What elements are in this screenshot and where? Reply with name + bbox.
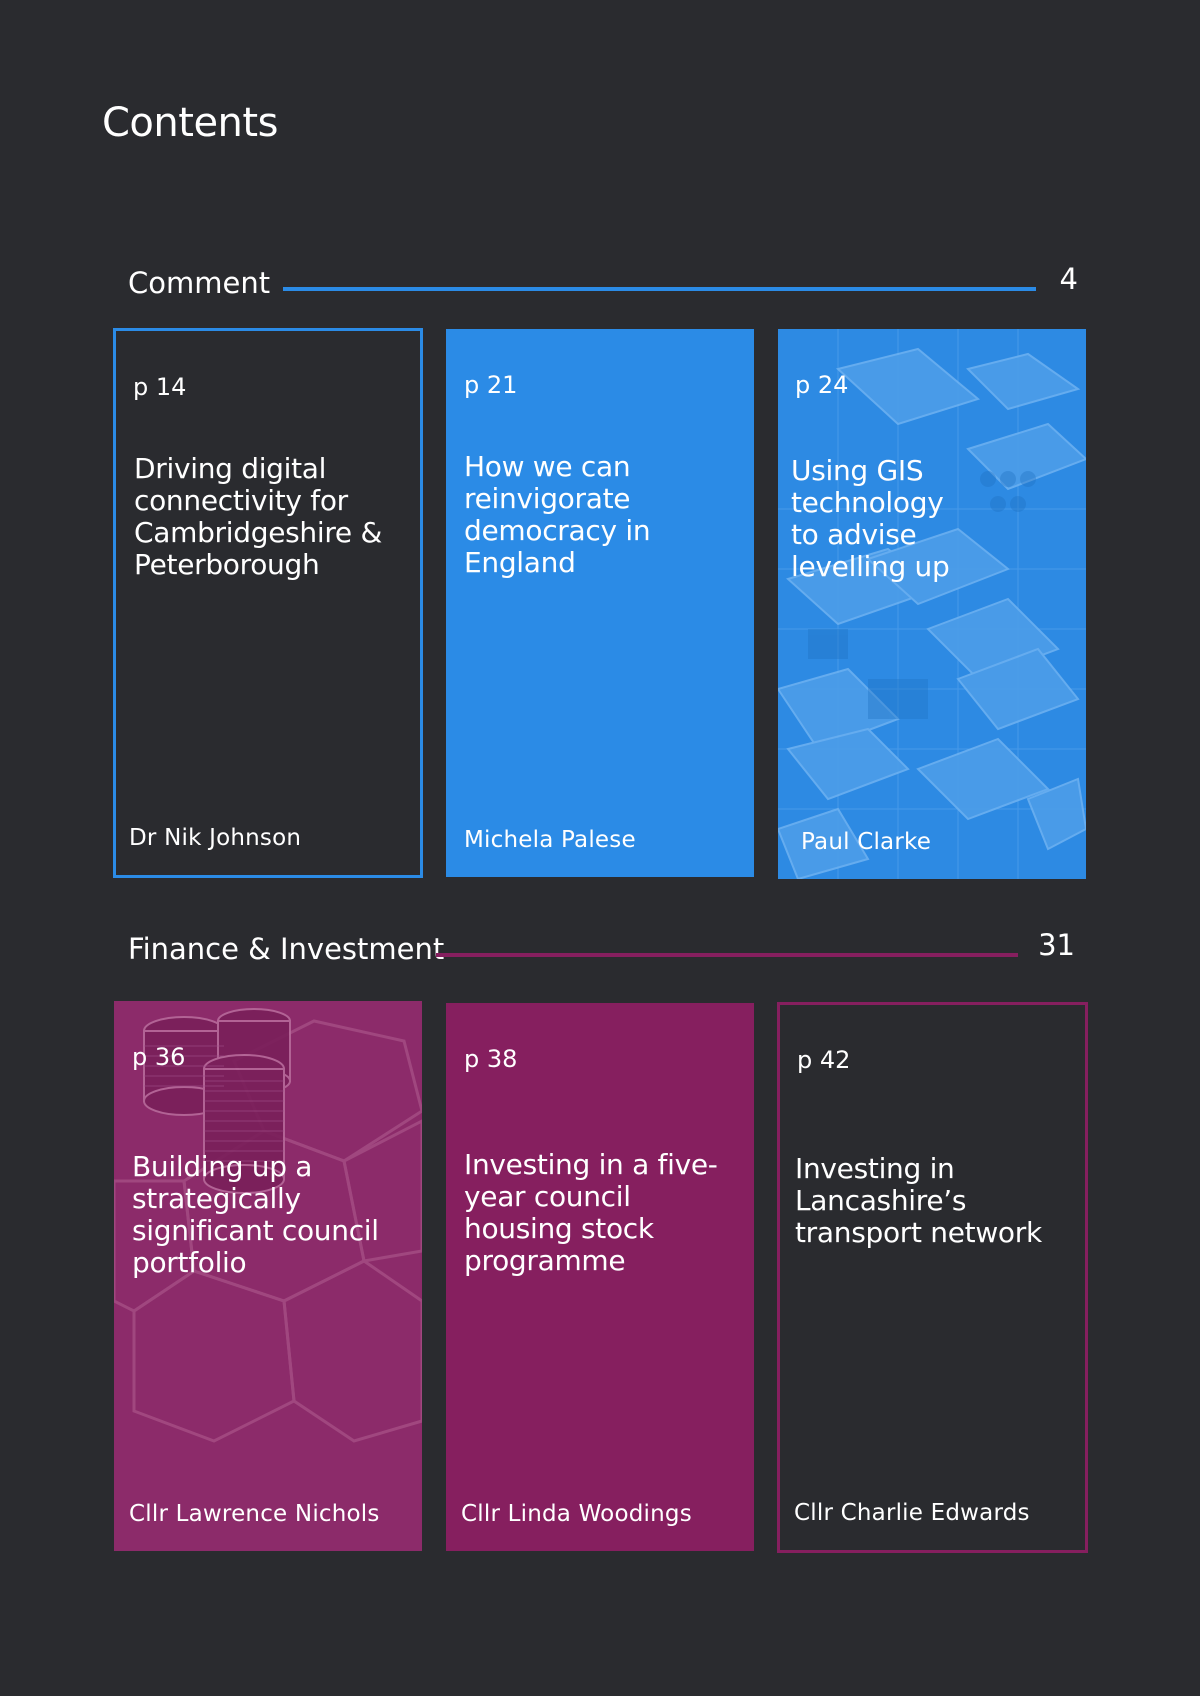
article-card[interactable]: p 42 Investing in Lancashire’s transport…: [777, 1002, 1088, 1553]
article-author: Michela Palese: [464, 827, 636, 853]
city-buildings-illustration: [778, 329, 1086, 879]
article-author: Paul Clarke: [801, 829, 932, 855]
section-label: Comment: [128, 266, 271, 300]
section-divider: [283, 287, 1036, 291]
article-card[interactable]: p 38 Investing in a five-year council ho…: [446, 1003, 754, 1551]
article-page-number: p 14: [133, 373, 187, 401]
article-card[interactable]: p 36 Building up a strategically signifi…: [114, 1001, 422, 1551]
article-author: Cllr Linda Woodings: [461, 1501, 692, 1527]
article-title: Investing in a five-year council housing…: [464, 1148, 718, 1277]
section-divider: [436, 953, 1018, 957]
section-header-comment: Comment 4: [128, 262, 1078, 306]
article-title: Building up a strategically significant …: [132, 1150, 379, 1279]
article-page-number: p 24: [795, 371, 849, 399]
article-author: Cllr Lawrence Nichols: [129, 1501, 380, 1527]
section-label: Finance & Investment: [128, 932, 445, 966]
article-card[interactable]: p 14 Driving digital connectivity for Ca…: [113, 328, 423, 878]
article-title: Investing in Lancashire’s transport netw…: [795, 1152, 1042, 1249]
article-page-number: p 42: [797, 1046, 851, 1074]
article-page-number: p 21: [464, 371, 518, 399]
section-page-number[interactable]: 4: [1060, 262, 1078, 296]
article-page-number: p 38: [464, 1045, 518, 1073]
section-header-finance: Finance & Investment 31: [128, 928, 1078, 972]
article-author: Cllr Charlie Edwards: [794, 1500, 1030, 1526]
article-title: Driving digital connectivity for Cambrid…: [134, 452, 382, 581]
article-author: Dr Nik Johnson: [129, 825, 302, 851]
article-title: How we can reinvigorate democracy in Eng…: [464, 450, 651, 579]
article-page-number: p 36: [132, 1043, 186, 1071]
page-title: Contents: [102, 100, 278, 146]
section-page-number[interactable]: 31: [1038, 928, 1075, 962]
article-title: Using GIS technology to advise levelling…: [791, 454, 950, 583]
article-card[interactable]: p 21 How we can reinvigorate democracy i…: [446, 329, 754, 877]
article-card[interactable]: p 24 Using GIS technology to advise leve…: [778, 329, 1086, 879]
